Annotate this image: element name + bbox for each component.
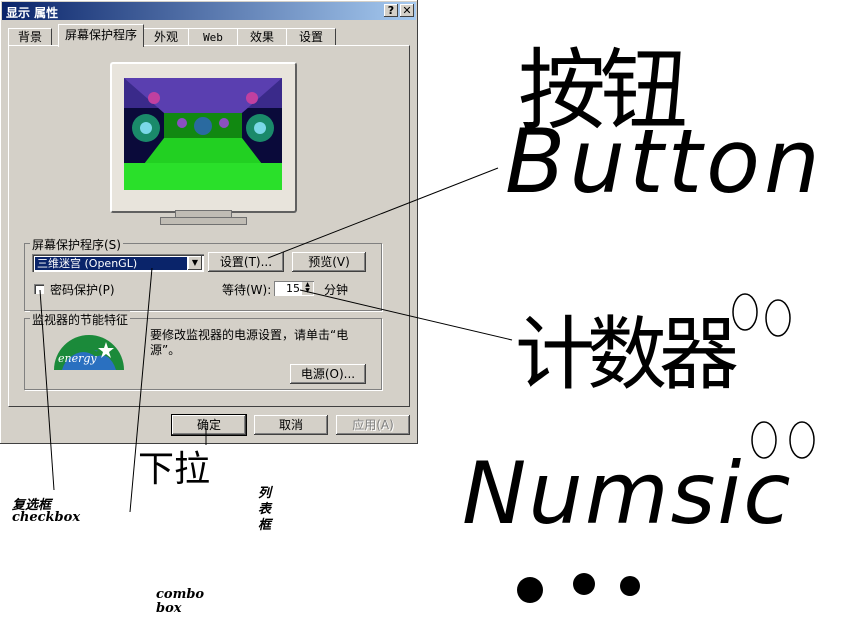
annotation-checkbox-en: checkbox [12,510,81,525]
annotation-combo-en: combo box [156,587,205,616]
annotation-button-en: Button [505,110,824,213]
annotation-counter-zh: 计数器 [515,308,739,401]
annotation-listbox-zh: 列表框 [258,486,272,533]
annotation-dropdown-zh: 下拉 [138,449,211,490]
tab-screensaver[interactable]: 屏幕保护程序 [58,24,144,47]
annotation-numeric-en: Numsic [462,444,793,544]
